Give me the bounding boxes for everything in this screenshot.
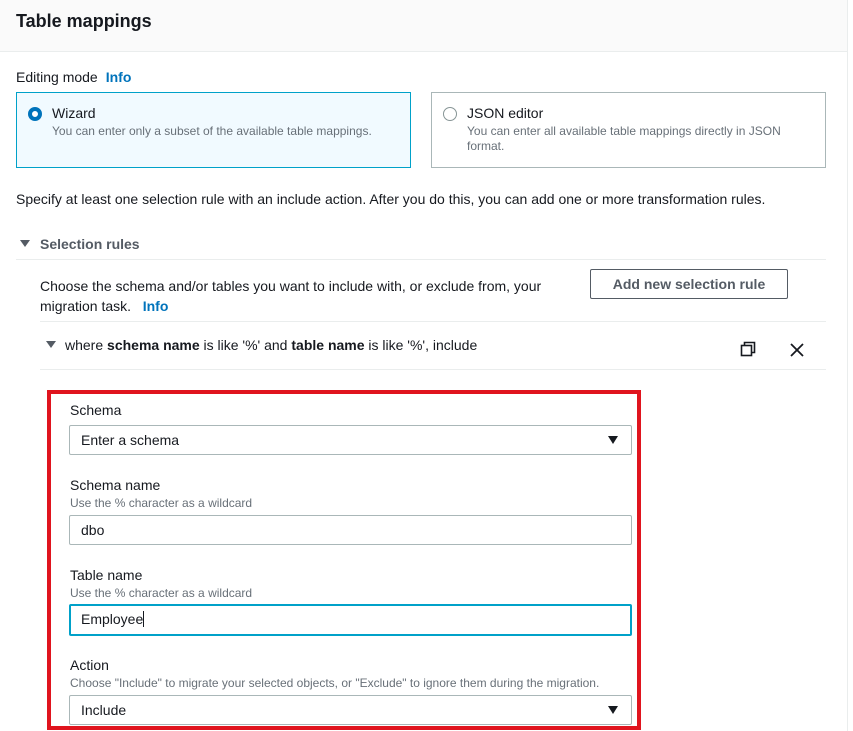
editing-mode-info-link[interactable]: Info [106,69,132,85]
dropdown-arrow-icon [608,706,618,714]
wizard-tile[interactable]: Wizard You can enter only a subset of th… [16,92,411,168]
wizard-radio[interactable] [28,107,42,121]
json-editor-title: JSON editor [467,105,544,121]
selection-rules-description: Choose the schema and/or tables you want… [40,276,580,316]
table-name-value: Employee [81,611,144,627]
text-cursor [143,611,145,627]
json-editor-description: You can enter all available table mappin… [467,124,781,153]
table-name-input[interactable]: Employee [69,604,632,636]
selection-rules-toggle[interactable]: Selection rules [16,236,140,252]
close-icon[interactable] [788,341,806,359]
table-name-description: Use the % character as a wildcard [70,586,253,600]
panel-border [847,0,848,731]
editing-mode-text: Editing mode [16,69,98,85]
schema-label: Schema [70,402,122,418]
json-editor-radio[interactable] [443,107,457,121]
editing-mode-label: Editing mode Info [16,69,131,85]
caret-down-icon [20,240,30,247]
table-name-label: Table name [70,567,143,583]
dropdown-arrow-icon [608,436,618,444]
divider [16,259,826,260]
schema-name-description: Use the % character as a wildcard [70,496,253,510]
selection-rules-description-text: Choose the schema and/or tables you want… [40,278,542,314]
selection-rule-summary[interactable]: where schema name is like '%' and table … [44,337,477,353]
action-select-value: Include [81,702,127,718]
action-select[interactable]: Include [69,695,632,725]
rule-schema-key: schema name [107,337,200,353]
table-mappings-header: Table mappings [0,0,848,52]
rule-prefix: where [65,337,104,353]
action-description: Choose "Include" to migrate your selecte… [70,676,600,690]
schema-name-label: Schema name [70,477,161,493]
copy-icon[interactable] [740,341,756,357]
json-editor-tile[interactable]: JSON editor You can enter all available … [431,92,826,168]
selection-rules-title: Selection rules [40,236,140,252]
selection-rules-info-link[interactable]: Info [143,298,169,314]
page-title: Table mappings [16,11,152,31]
divider [40,369,826,370]
schema-name-value: dbo [81,522,105,538]
rule-is-like-2: is like '%', include [368,337,478,353]
wizard-description: You can enter only a subset of the avail… [52,124,372,138]
wizard-title: Wizard [52,105,96,121]
rule-is-like-1: is like '%' and [203,337,288,353]
caret-down-icon [46,341,56,348]
rule-table-key: table name [291,337,365,353]
schema-select-value: Enter a schema [81,432,180,448]
schema-name-input[interactable]: dbo [69,515,632,545]
divider [40,321,826,322]
add-new-selection-rule-button[interactable]: Add new selection rule [590,269,788,299]
action-label: Action [70,657,109,673]
instruction-text: Specify at least one selection rule with… [16,191,766,207]
schema-select[interactable]: Enter a schema [69,425,632,455]
